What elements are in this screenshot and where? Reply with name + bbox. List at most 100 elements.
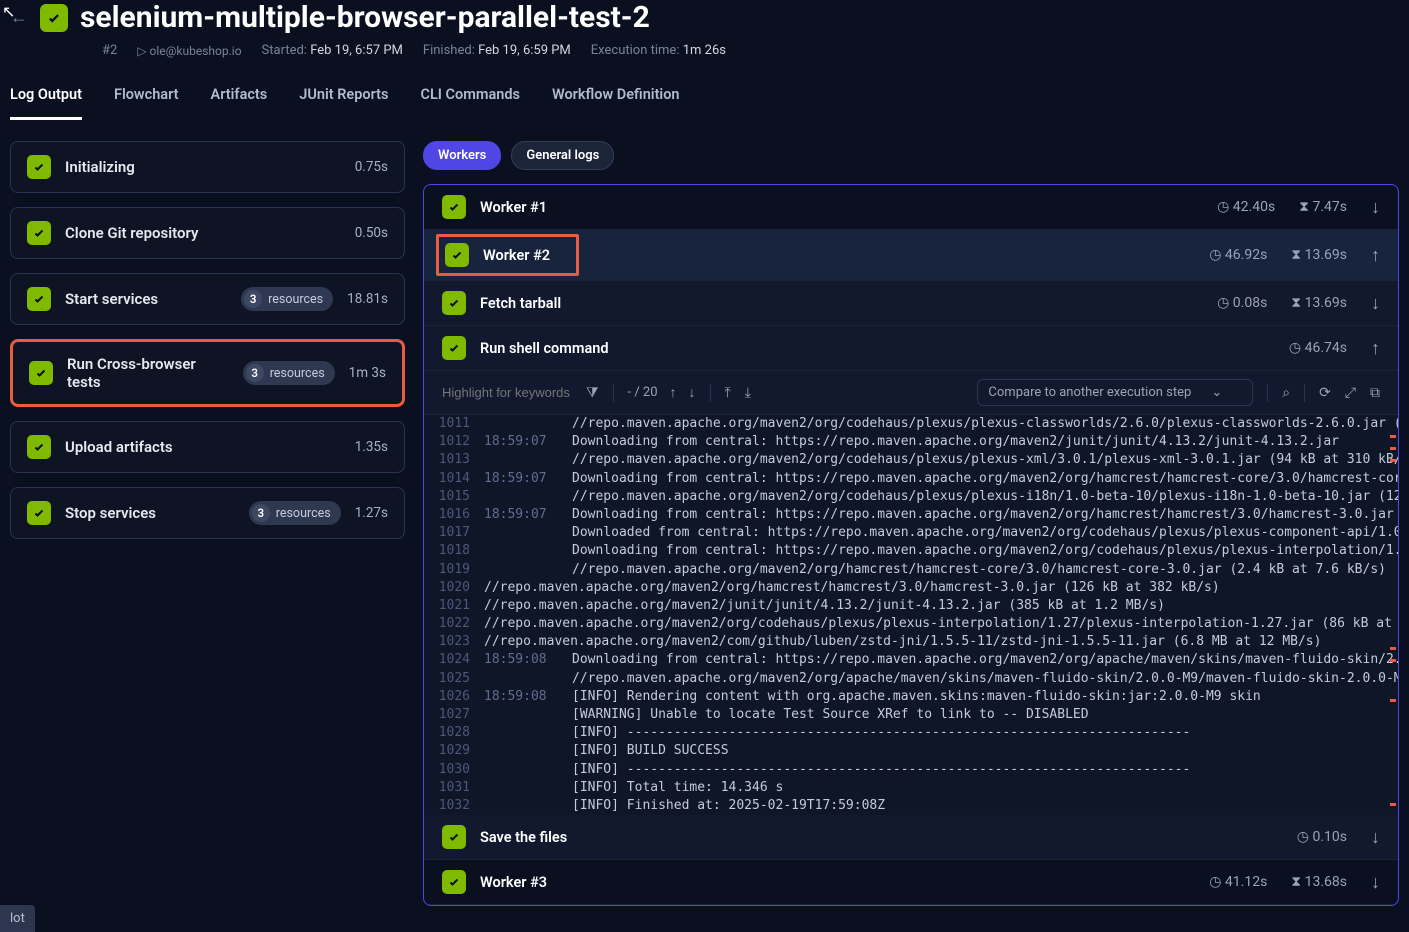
- fullscreen-icon[interactable]: ⤢: [1345, 385, 1356, 401]
- log-line: 1028 [INFO] ----------------------------…: [424, 724, 1398, 742]
- copy-icon[interactable]: ⧉: [1370, 385, 1380, 401]
- pill-workers[interactable]: Workers: [423, 141, 501, 170]
- tab-bar: Log Output Flowchart Artifacts JUnit Rep…: [0, 68, 1409, 121]
- check-icon: [27, 155, 51, 179]
- log-line: 1011 //repo.maven.apache.org/maven2/org/…: [424, 415, 1398, 433]
- worker-row[interactable]: Worker #3 ◷ 41.12s ⧗ 13.68s ↓: [424, 860, 1398, 905]
- worker-name: Run shell command: [480, 340, 1275, 357]
- step-duration: 1.35s: [355, 439, 388, 455]
- status-success-icon: [40, 4, 68, 32]
- resources-badge: 3resources: [249, 501, 341, 525]
- pill-general-logs[interactable]: General logs: [511, 141, 614, 170]
- steps-sidebar: Initializing0.75s Clone Git repository0.5…: [10, 141, 405, 906]
- log-line: 1019 //repo.maven.apache.org/maven2/org/…: [424, 561, 1398, 579]
- worker-row[interactable]: Worker #1◷ 42.40s⧗ 7.47s↓: [424, 185, 1398, 230]
- expand-arrow-icon[interactable]: ↓: [1371, 827, 1380, 848]
- highlight-box: Worker #2: [436, 234, 579, 276]
- step-item[interactable]: Stop services3resources1.27s: [10, 487, 405, 539]
- time-hourglass: ⧗ 13.69s: [1291, 295, 1347, 311]
- expand-arrow-icon[interactable]: ↑: [1371, 245, 1380, 266]
- time-clock: ◷ 46.74s: [1289, 340, 1347, 356]
- log-line: 102618:59:08 [INFO] Rendering content wi…: [424, 688, 1398, 706]
- started-label: Started: Feb 19, 6:57 PM: [262, 43, 403, 58]
- filter-icon[interactable]: ⧩: [586, 385, 599, 401]
- highlight-input[interactable]: [442, 385, 572, 400]
- time-clock: ◷ 41.12s: [1209, 874, 1267, 890]
- worker-name: Save the files: [480, 829, 1283, 846]
- step-name: Start services: [65, 290, 227, 308]
- log-line: 101618:59:07 Downloading from central: h…: [424, 506, 1398, 524]
- tab-junit[interactable]: JUnit Reports: [299, 86, 388, 120]
- log-line: 101218:59:07 Downloading from central: h…: [424, 433, 1398, 451]
- log-line: 1029 [INFO] BUILD SUCCESS: [424, 742, 1398, 760]
- expand-arrow-icon[interactable]: ↓: [1371, 872, 1380, 893]
- worker-name: Worker #1: [480, 199, 1203, 216]
- check-icon: [27, 501, 51, 525]
- log-line: 102418:59:08 Downloading from central: h…: [424, 651, 1398, 669]
- step-duration: 0.50s: [355, 225, 388, 241]
- step-item[interactable]: Initializing0.75s: [10, 141, 405, 193]
- log-line: 1021//repo.maven.apache.org/maven2/junit…: [424, 597, 1398, 615]
- step-item[interactable]: Run Cross-browser tests 3resources 1m 3s: [10, 339, 405, 407]
- log-line: 1027 [WARNING] Unable to locate Test Sou…: [424, 706, 1398, 724]
- cursor-icon: ↖: [2, 2, 15, 21]
- next-icon[interactable]: ↓: [689, 384, 696, 401]
- worker-name: Worker #3: [480, 874, 1195, 891]
- bottom-chip: lot: [0, 905, 35, 932]
- step-name: Run Cross-browser tests: [67, 355, 229, 391]
- log-output[interactable]: 1011 //repo.maven.apache.org/maven2/org/…: [424, 415, 1398, 815]
- wrap-icon[interactable]: ⟳: [1319, 385, 1331, 401]
- worker-row[interactable]: Save the files◷ 0.10s↓: [424, 815, 1398, 860]
- log-line: 1022//repo.maven.apache.org/maven2/org/c…: [424, 615, 1398, 633]
- tab-artifacts[interactable]: Artifacts: [211, 86, 268, 120]
- log-line: 1030 [INFO] ----------------------------…: [424, 761, 1398, 779]
- log-line: 1015 //repo.maven.apache.org/maven2/org/…: [424, 488, 1398, 506]
- expand-arrow-icon[interactable]: ↑: [1371, 338, 1380, 359]
- expand-arrow-icon[interactable]: ↓: [1371, 293, 1380, 314]
- step-item[interactable]: Start services3resources18.81s: [10, 273, 405, 325]
- time-hourglass: ⧗ 13.68s: [1291, 874, 1347, 890]
- compare-select[interactable]: Compare to another execution step ⌄: [977, 379, 1253, 406]
- check-icon: [442, 291, 466, 315]
- finished-label: Finished: Feb 19, 6:59 PM: [423, 43, 571, 58]
- exec-time-label: Execution time: 1m 26s: [591, 43, 726, 58]
- worker-row[interactable]: Run shell command ◷ 46.74s ↑: [424, 326, 1398, 371]
- log-line: 1017 Downloaded from central: https://re…: [424, 524, 1398, 542]
- chevron-down-icon: ⌄: [1211, 385, 1222, 400]
- play-icon[interactable]: ▷ ole@kubeshop.io: [137, 44, 241, 58]
- check-icon: [442, 195, 466, 219]
- step-item[interactable]: Upload artifacts 1.35s: [10, 421, 405, 473]
- worker-row[interactable]: Worker #2◷ 46.92s⧗ 13.69s↑: [424, 230, 1398, 281]
- step-name: Upload artifacts: [65, 438, 341, 456]
- expand-arrow-icon[interactable]: ↓: [1371, 197, 1380, 218]
- prev-icon[interactable]: ↑: [670, 384, 677, 401]
- log-panel: Worker #1◷ 42.40s⧗ 7.47s↓Worker #2◷ 46.9…: [423, 184, 1399, 906]
- log-line: 1020//repo.maven.apache.org/maven2/org/h…: [424, 579, 1398, 597]
- tab-flowchart[interactable]: Flowchart: [114, 86, 179, 120]
- step-item[interactable]: Clone Git repository0.50s: [10, 207, 405, 259]
- step-duration: 1.27s: [355, 505, 388, 521]
- log-line: 1013 //repo.maven.apache.org/maven2/org/…: [424, 451, 1398, 469]
- time-hourglass: ⧗ 13.69s: [1291, 247, 1347, 263]
- worker-row[interactable]: Fetch tarball◷ 0.08s⧗ 13.69s↓: [424, 281, 1398, 326]
- tab-cli[interactable]: CLI Commands: [420, 86, 519, 120]
- tab-workflow[interactable]: Workflow Definition: [552, 86, 680, 120]
- check-icon: [442, 336, 466, 360]
- page-title: selenium-multiple-browser-parallel-test-…: [80, 0, 650, 35]
- scroll-bottom-icon[interactable]: ⤓: [745, 385, 751, 401]
- scroll-top-icon[interactable]: ⤒: [725, 385, 731, 401]
- result-count: - / 20: [628, 385, 658, 400]
- resources-badge: 3resources: [243, 361, 335, 385]
- check-icon: [445, 243, 469, 267]
- check-icon: [27, 435, 51, 459]
- log-scope-tabs: Workers General logs: [423, 141, 1399, 170]
- tab-log-output[interactable]: Log Output: [10, 86, 82, 120]
- log-toolbar: ⧩ - / 20 ↑ ↓ ⤒ ⤓ Compare to another execution …: [424, 371, 1398, 415]
- check-icon: [27, 287, 51, 311]
- search-icon[interactable]: ⌕: [1282, 385, 1290, 401]
- run-number: #2: [102, 43, 117, 58]
- check-icon: [442, 870, 466, 894]
- log-line: 101418:59:07 Downloading from central: h…: [424, 470, 1398, 488]
- step-duration: 1m 3s: [349, 365, 386, 381]
- step-duration: 0.75s: [355, 159, 388, 175]
